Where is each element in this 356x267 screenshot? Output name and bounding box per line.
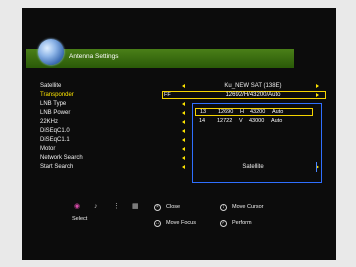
select-label: Select — [72, 216, 88, 222]
tp-mode: Auto — [272, 109, 284, 115]
move-cursor-key-icon: ↕ — [220, 204, 227, 211]
arrow-left-icon[interactable] — [182, 128, 185, 133]
setting-label: Transponder — [40, 92, 74, 98]
setting-label: DiSEqC1.0 — [40, 128, 70, 134]
perform-key-icon: ✓ — [220, 220, 227, 227]
title-bar — [26, 49, 294, 68]
close-key-icon: × — [154, 204, 161, 211]
arrow-left-icon[interactable] — [182, 83, 185, 88]
tp-mode: Auto — [271, 118, 283, 124]
arrow-left-icon[interactable] — [182, 137, 185, 142]
transponder-item[interactable]: 13 12690 H 43200 Auto — [195, 108, 313, 116]
globe-icon — [38, 39, 64, 65]
arrow-right-icon[interactable] — [316, 92, 319, 97]
arrow-left-icon[interactable] — [182, 164, 185, 169]
arrow-left-icon[interactable] — [182, 110, 185, 115]
ok-key-icon: ◉ — [74, 203, 81, 210]
tp-freq: 12690 — [218, 109, 234, 115]
setting-label: LNB Type — [40, 101, 67, 107]
tp-freq: 12722 — [217, 118, 233, 124]
move-cursor-label: Move Cursor — [232, 204, 264, 210]
setting-label: 22KHz — [40, 119, 59, 125]
tp-pol: V — [239, 118, 243, 124]
tp-index: 14 — [199, 118, 206, 124]
setting-label: LNB Power — [40, 110, 71, 116]
info-key-icon: ⋮ — [113, 203, 120, 210]
setting-row-satellite[interactable]: Satellite Ku_NEW SAT (138E) — [34, 82, 320, 90]
window-title: Antenna Settings — [69, 53, 119, 60]
tp-index: 13 — [200, 109, 207, 115]
arrow-left-icon[interactable] — [182, 155, 185, 160]
scrollbar[interactable] — [316, 162, 317, 172]
setting-label: Motor — [40, 146, 56, 152]
setting-label: Start Search — [40, 164, 74, 170]
transponder-item[interactable]: 14 12722 V 43000 Auto — [195, 117, 313, 125]
close-label: Close — [166, 204, 181, 210]
sound-key-icon: ♪ — [94, 203, 98, 210]
tp-pol: H — [240, 109, 244, 115]
tp-sym: 43200 — [250, 109, 266, 115]
perform-label: Perform — [232, 220, 252, 226]
arrow-left-icon[interactable] — [182, 101, 185, 106]
settings-panel: FF Satellite Ku_NEW SAT (138E) Transpond… — [34, 75, 326, 193]
setting-label: Satellite — [40, 83, 62, 89]
setting-row-transponder[interactable]: Transponder 12692/H/43200/Auto — [34, 91, 320, 99]
tp-sym: 43000 — [249, 118, 265, 124]
setting-label: Network Search — [40, 155, 83, 161]
list-key-icon: ▦ — [132, 203, 139, 210]
footer-help: ◉ ♪ ⋮ ▦ Select × Close ↕ Move Cursor ↔ M… — [34, 203, 314, 243]
arrow-right-icon[interactable] — [316, 83, 319, 88]
transponder-list[interactable]: 13 12690 H 43200 Auto 14 12722 V 43000 A… — [192, 103, 322, 183]
setting-label: DiSEqC1.1 — [40, 137, 70, 143]
setting-value: Ku_NEW SAT (138E) — [224, 83, 282, 89]
move-focus-key-icon: ↔ — [154, 220, 161, 227]
move-focus-label: Move Focus — [166, 220, 196, 226]
setting-value: 12692/H/43200/Auto — [225, 92, 281, 98]
arrow-left-icon[interactable] — [182, 119, 185, 124]
arrow-left-icon[interactable] — [182, 146, 185, 151]
